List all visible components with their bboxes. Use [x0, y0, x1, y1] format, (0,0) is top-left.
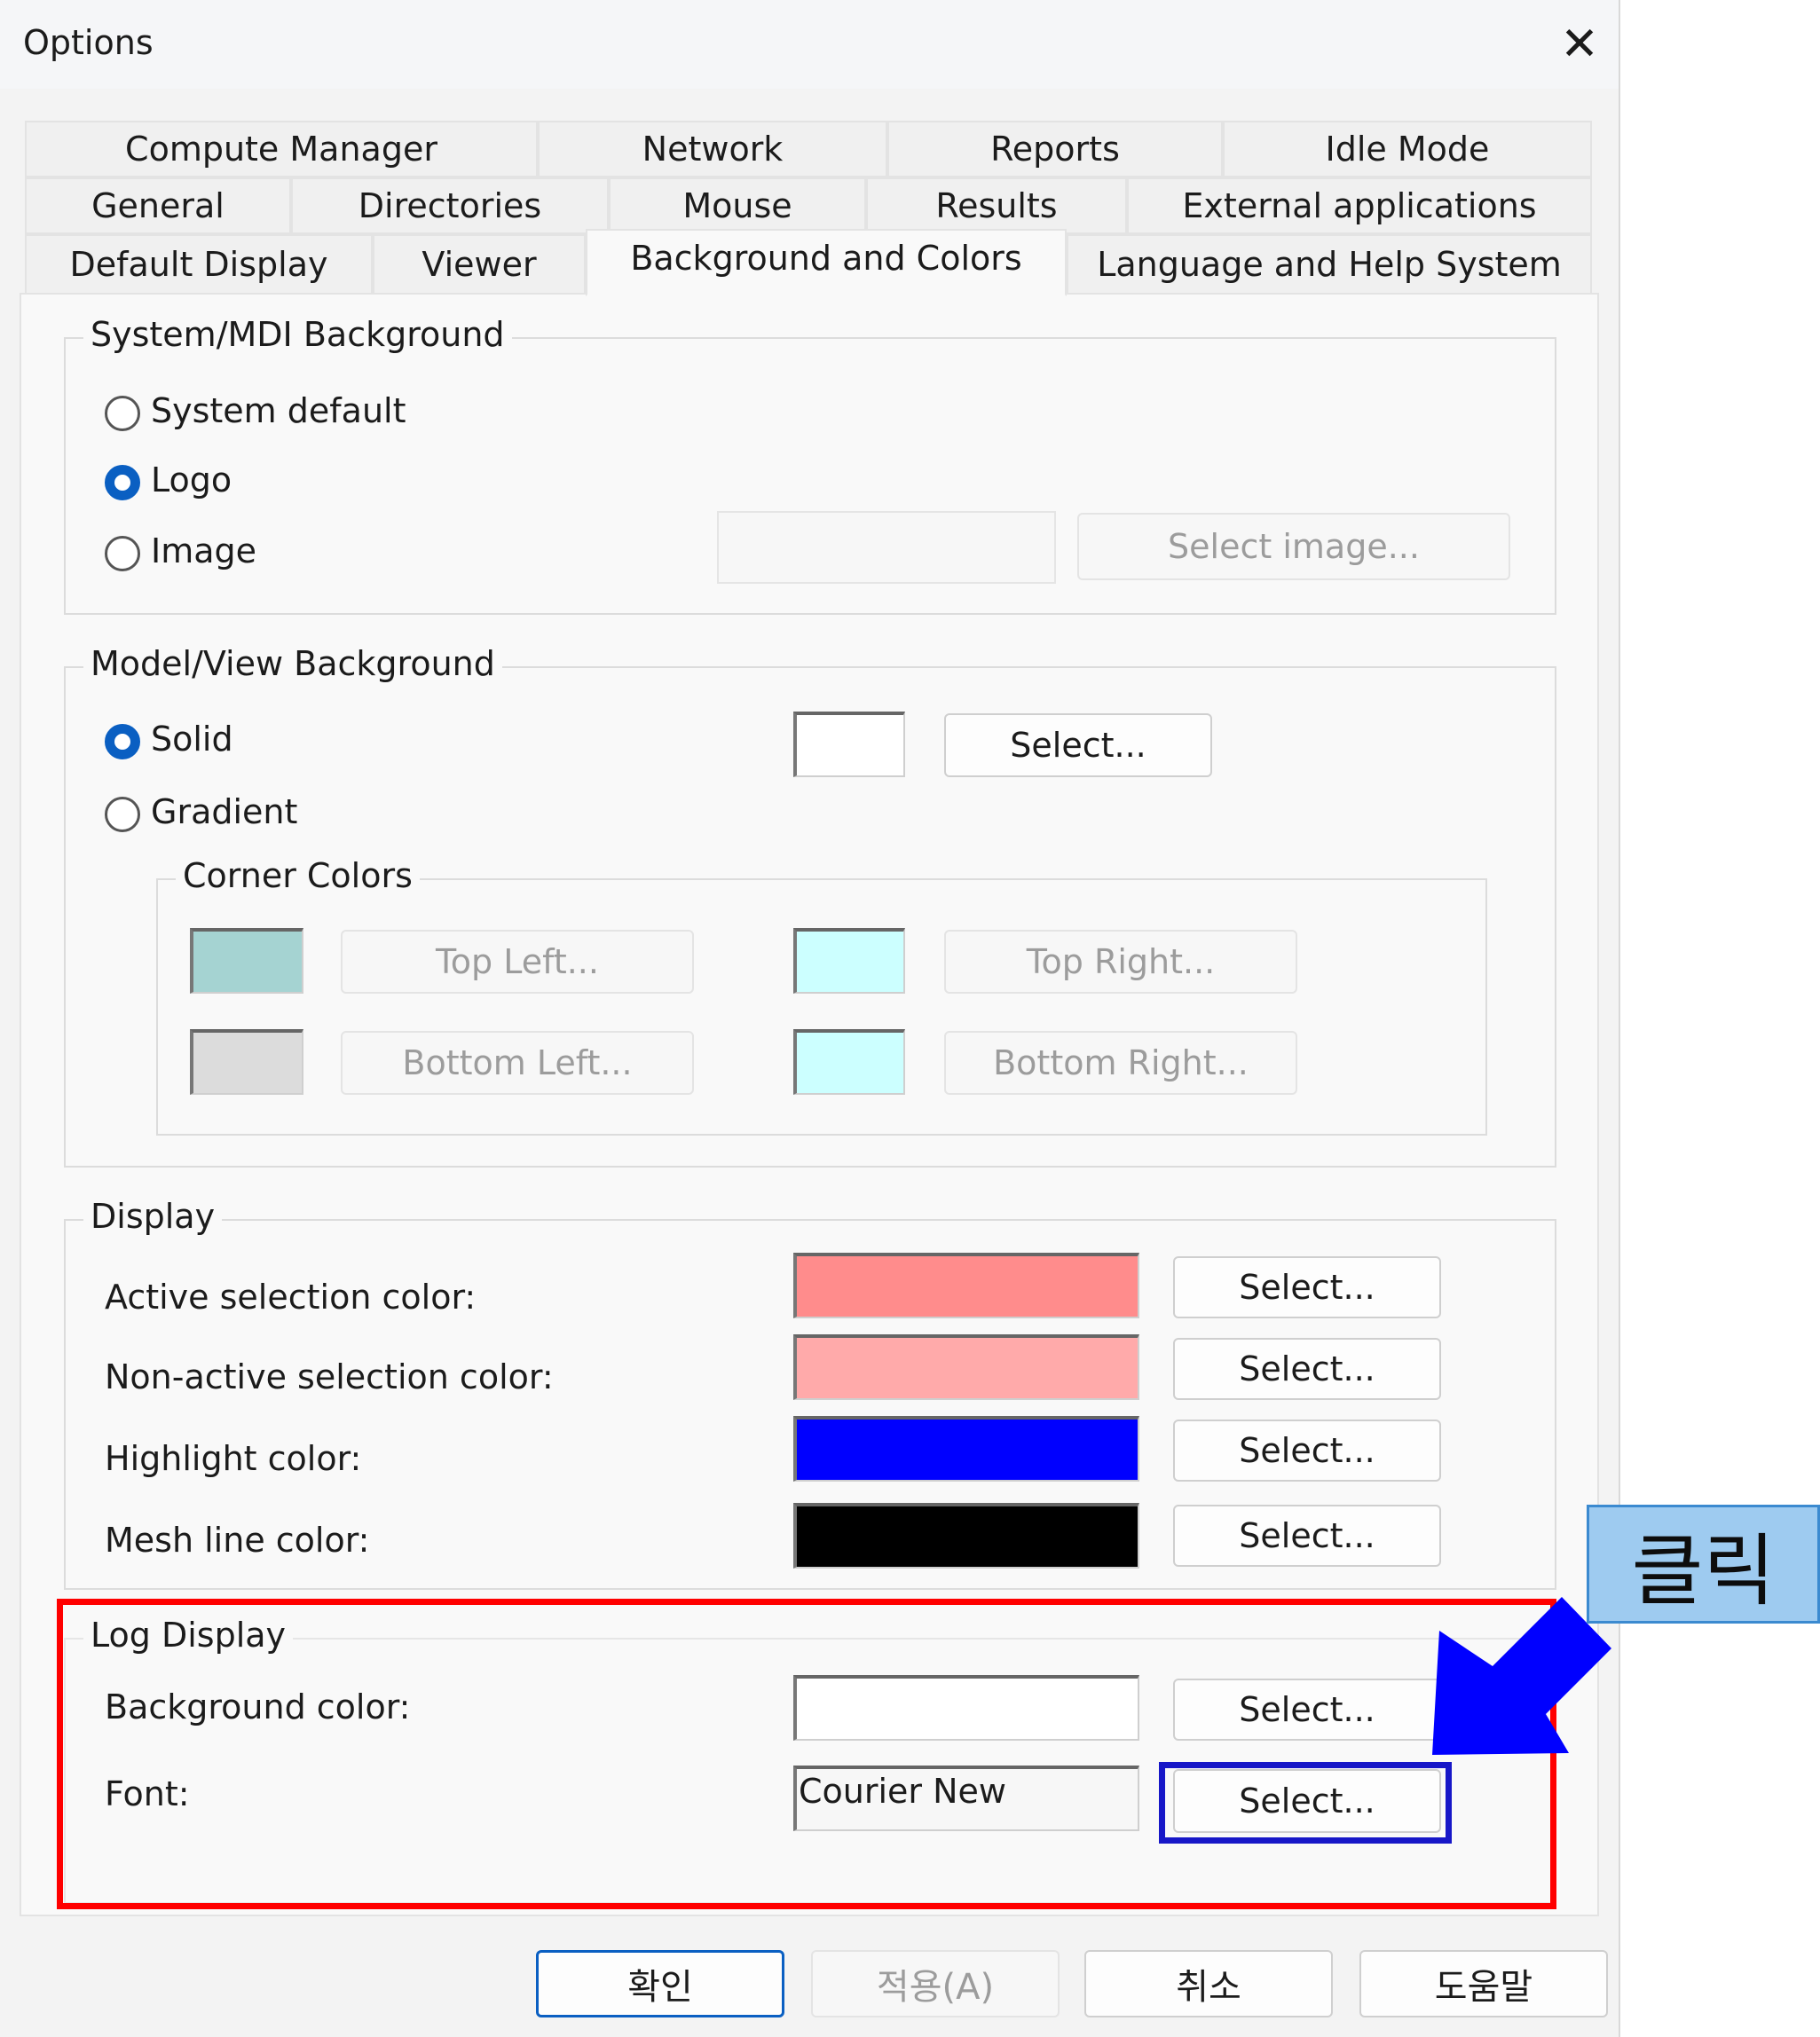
- non-active-selection-color-swatch: [793, 1334, 1139, 1400]
- top-left-button[interactable]: Top Left...: [341, 930, 694, 994]
- tab-default-display[interactable]: Default Display: [25, 234, 373, 295]
- model-view-background-legend: Model/View Background: [83, 644, 502, 683]
- bottom-right-color-swatch: [793, 1029, 905, 1095]
- tab-network[interactable]: Network: [538, 121, 887, 177]
- label-highlight-color: Highlight color:: [105, 1439, 362, 1478]
- radio-system-default[interactable]: [105, 396, 140, 431]
- apply-button[interactable]: 적용(A): [811, 1950, 1060, 2017]
- click-callout: 클릭: [1587, 1505, 1820, 1624]
- window-title: Options: [23, 23, 154, 62]
- select-image-button[interactable]: Select image...: [1077, 513, 1510, 580]
- tab-reports[interactable]: Reports: [887, 121, 1223, 177]
- cancel-button[interactable]: 취소: [1084, 1950, 1333, 2017]
- close-icon[interactable]: ✕: [1555, 20, 1604, 69]
- corner-colors-group: [156, 878, 1487, 1136]
- select-highlight-color-button[interactable]: Select...: [1173, 1420, 1441, 1482]
- radio-logo[interactable]: [105, 465, 140, 500]
- tab-idle-mode[interactable]: Idle Mode: [1223, 121, 1592, 177]
- highlight-color-swatch: [793, 1416, 1139, 1482]
- display-legend: Display: [83, 1197, 223, 1236]
- label-image: Image: [151, 531, 257, 570]
- help-button[interactable]: 도움말: [1359, 1950, 1608, 2017]
- bottom-right-button[interactable]: Bottom Right...: [944, 1031, 1297, 1095]
- radio-solid[interactable]: [105, 724, 140, 759]
- solid-color-swatch: [793, 712, 905, 777]
- tab-background-and-colors[interactable]: Background and Colors: [586, 229, 1067, 296]
- tab-results[interactable]: Results: [866, 177, 1127, 234]
- tab-directories[interactable]: Directories: [291, 177, 609, 234]
- radio-image[interactable]: [105, 536, 140, 571]
- bottom-left-button[interactable]: Bottom Left...: [341, 1031, 694, 1095]
- tab-viewer[interactable]: Viewer: [373, 234, 586, 295]
- label-gradient: Gradient: [151, 792, 298, 831]
- bottom-left-color-swatch: [190, 1029, 303, 1095]
- label-non-active-selection-color: Non-active selection color:: [105, 1357, 554, 1396]
- select-non-active-selection-color-button[interactable]: Select...: [1173, 1338, 1441, 1400]
- mesh-line-color-swatch: [793, 1503, 1139, 1569]
- ok-button[interactable]: 확인: [536, 1950, 784, 2017]
- top-right-button[interactable]: Top Right...: [944, 930, 1297, 994]
- label-logo: Logo: [151, 460, 232, 499]
- label-solid: Solid: [151, 720, 233, 759]
- tab-external-applications[interactable]: External applications: [1127, 177, 1592, 234]
- log-display-highlight-box: [57, 1599, 1556, 1909]
- top-right-color-swatch: [793, 928, 905, 994]
- label-mesh-line-color: Mesh line color:: [105, 1521, 370, 1560]
- corner-colors-legend: Corner Colors: [176, 856, 420, 895]
- image-path-field: [717, 511, 1056, 584]
- select-active-selection-color-button[interactable]: Select...: [1173, 1256, 1441, 1318]
- tab-mouse[interactable]: Mouse: [609, 177, 866, 234]
- label-active-selection-color: Active selection color:: [105, 1278, 477, 1317]
- system-mdi-background-legend: System/MDI Background: [83, 315, 512, 354]
- title-bar: Options ✕: [0, 0, 1619, 89]
- tab-general[interactable]: General: [25, 177, 291, 234]
- select-solid-color-button[interactable]: Select...: [944, 713, 1212, 777]
- active-selection-color-swatch: [793, 1253, 1139, 1318]
- label-system-default: System default: [151, 391, 406, 430]
- select-mesh-line-color-button[interactable]: Select...: [1173, 1505, 1441, 1567]
- top-left-color-swatch: [190, 928, 303, 994]
- tab-language-and-help-system[interactable]: Language and Help System: [1067, 234, 1592, 295]
- font-select-highlight-box: [1159, 1762, 1452, 1844]
- radio-gradient[interactable]: [105, 797, 140, 832]
- tab-compute-manager[interactable]: Compute Manager: [25, 121, 538, 177]
